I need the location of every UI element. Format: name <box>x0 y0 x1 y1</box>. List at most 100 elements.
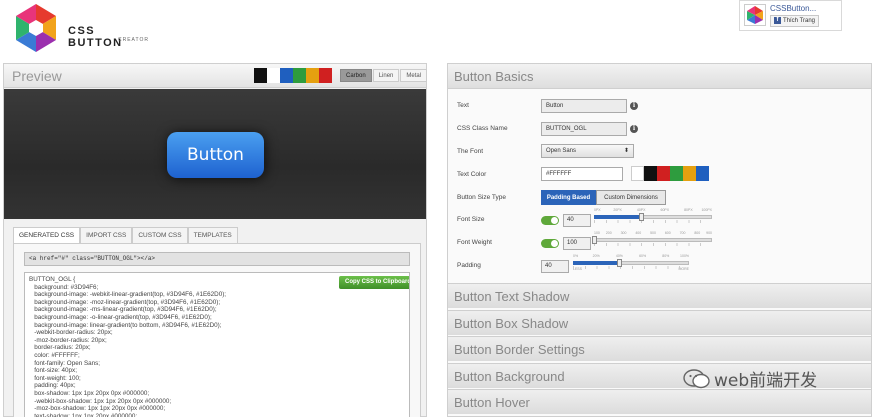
slider-handle[interactable] <box>592 236 597 244</box>
tab-custom-css[interactable]: CUSTOM CSS <box>132 227 188 243</box>
preview-header: Preview Carbon Linen Metal <box>4 64 428 88</box>
background-swatch[interactable] <box>267 68 280 83</box>
css-line: color: #FFFFFF; <box>29 351 80 359</box>
code-tabs: GENERATED CSS IMPORT CSS CUSTOM CSS TEMPLAT… <box>13 227 238 243</box>
copy-css-button[interactable]: Copy CSS to Clipboard <box>339 276 409 289</box>
slider-tick-labels: 0PX 20PX 40PX 60PX 80PX 100PX <box>594 208 712 214</box>
font-weight-label: Font Weight <box>457 239 492 246</box>
slider-tick-label: 0PX <box>594 208 601 212</box>
accordion-button-box-shadow[interactable]: Button Box Shadow <box>448 310 871 335</box>
accordion-button-border-settings[interactable]: Button Border Settings <box>448 336 871 361</box>
theme-tab-metal[interactable]: Metal <box>400 69 428 82</box>
slider-tick-marks <box>594 243 712 246</box>
padding-input[interactable]: 40 <box>541 260 569 273</box>
background-swatch[interactable] <box>254 68 267 83</box>
class-name-info-icon[interactable]: i <box>630 125 638 133</box>
tab-templates[interactable]: TEMPLATES <box>187 227 238 243</box>
background-swatch[interactable] <box>280 68 293 83</box>
select-arrows-icon: ⬍ <box>623 148 629 154</box>
tab-import-css[interactable]: IMPORT CSS <box>80 227 133 243</box>
slider-tick-label: 60PX <box>660 208 670 212</box>
text-color-swatch[interactable] <box>631 166 644 181</box>
accordion-button-text-shadow[interactable]: Button Text Shadow <box>448 283 871 308</box>
slider-tick-label: 80% <box>662 254 670 258</box>
font-select-value: Open Sans <box>546 148 577 154</box>
css-line: -moz-box-shadow: 1px 1px 20px 0px #00000… <box>29 405 166 413</box>
text-input[interactable]: Button <box>541 99 627 113</box>
button-basics-panel: Button Basics Text Button i CSS Class Na… <box>447 63 872 417</box>
css-line: background-image: linear-gradient(to bot… <box>29 321 222 329</box>
slider-tick-label: 200 <box>605 231 612 235</box>
css-line: background-image: -o-linear-gradient(top… <box>29 313 212 321</box>
watermark-text: web前端开发 <box>714 371 818 391</box>
font-size-slider[interactable]: 0PX 20PX 40PX 60PX 80PX 100PX <box>594 208 712 224</box>
preview-button[interactable]: Button <box>167 132 264 178</box>
logo[interactable]: CSS BUTTON CREATOR <box>12 2 152 54</box>
text-color-swatch[interactable] <box>644 166 657 181</box>
css-line: font-size: 40px; <box>29 367 77 375</box>
theme-tab-linen[interactable]: Linen <box>372 69 400 82</box>
text-color-swatches <box>631 166 709 181</box>
text-color-swatch[interactable] <box>696 166 709 181</box>
slider-tick-label: 900 <box>706 231 712 235</box>
slider-handle[interactable] <box>639 213 645 221</box>
slider-tick-labels: 0% 20% 40% 60% 80% 100% <box>573 254 689 260</box>
facebook-page-thumbnail[interactable] <box>744 4 766 26</box>
accordion-button-hover[interactable]: Button Hover <box>448 389 871 414</box>
text-color-swatch[interactable] <box>657 166 670 181</box>
slider-tick-label: 80PX <box>684 208 693 212</box>
background-swatch[interactable] <box>306 68 319 83</box>
facebook-page-name[interactable]: CSSButton... <box>770 4 816 13</box>
slider-handle[interactable] <box>617 259 623 267</box>
css-line: background-image: -ms-linear-gradient(to… <box>29 306 217 314</box>
watermark: web前端开发 <box>683 366 817 391</box>
html-snippet-field[interactable]: <a href="#" class="BUTTON_OGL"></a> <box>24 252 410 266</box>
preview-panel: Preview Carbon Linen Metal Button GENERATE… <box>3 63 428 417</box>
class-name-label: CSS Class Name <box>457 125 508 132</box>
font-weight-input[interactable]: 100 <box>563 237 591 250</box>
code-area: <a href="#" class="BUTTON_OGL"></a> BUTT… <box>13 243 421 417</box>
slider-tick-marks <box>573 266 689 269</box>
theme-tab-carbon[interactable]: Carbon <box>340 69 372 82</box>
css-line: font-family: Open Sans; <box>29 359 101 367</box>
css-line: background: #3D94F6; <box>29 283 99 291</box>
font-select[interactable]: Open Sans ⬍ <box>541 144 634 158</box>
slider-tick-label: 0% <box>573 254 579 258</box>
text-info-icon[interactable]: i <box>630 102 638 110</box>
text-color-swatch[interactable] <box>670 166 683 181</box>
tab-generated-css[interactable]: GENERATED CSS <box>13 227 81 243</box>
accordion-label: Button Background <box>454 369 565 384</box>
slider-tick-label: 700 <box>679 231 686 235</box>
slider-tick-label: 500 <box>650 231 656 235</box>
generated-css-box[interactable]: BUTTON_OGL { background: #3D94F6; backgr… <box>24 272 410 417</box>
logo-hexagon-icon <box>16 4 56 52</box>
text-color-input[interactable]: #FFFFFF <box>541 167 623 181</box>
theme-tabs: Carbon Linen Metal <box>339 69 428 82</box>
page: { "header": { "logo_title": "CSS BUTTON"… <box>0 0 875 417</box>
slider-tick-label: 20% <box>592 254 600 258</box>
facebook-like-button[interactable]: f Thích Trang <box>770 15 820 27</box>
padding-slider[interactable]: LESS MORE 0% 20% 40% 60% 80% 100% <box>573 254 689 271</box>
slider-tick-label: 40PX <box>636 208 646 212</box>
accordion-label: Button Hover <box>454 395 530 410</box>
padding-based-button[interactable]: Padding Based <box>541 190 596 205</box>
css-line: box-shadow: 1px 1px 20px 0px #000000; <box>29 389 150 397</box>
font-weight-slider[interactable]: 100 200 300 400 500 600 700 800 900 <box>592 231 712 247</box>
slider-tick-label: 20PX <box>613 208 622 212</box>
text-label: Text <box>457 102 469 109</box>
background-swatch[interactable] <box>293 68 306 83</box>
slider-fill <box>594 215 642 219</box>
class-name-input[interactable]: BUTTON_OGL <box>541 122 627 136</box>
slider-track[interactable] <box>594 238 712 242</box>
button-basics-header[interactable]: Button Basics <box>448 64 871 89</box>
text-color-swatch[interactable] <box>683 166 696 181</box>
css-line: background-image: -webkit-linear-gradien… <box>29 291 227 299</box>
custom-dimensions-button[interactable]: Custom Dimensions <box>596 190 666 205</box>
font-label: The Font <box>457 148 484 155</box>
font-weight-toggle[interactable] <box>541 239 559 248</box>
css-line: -webkit-border-radius: 20px; <box>29 329 113 337</box>
font-size-toggle[interactable] <box>541 216 559 225</box>
background-swatch[interactable] <box>319 68 332 83</box>
font-size-input[interactable]: 40 <box>563 214 591 227</box>
slider-tick-label: 60% <box>639 254 647 258</box>
